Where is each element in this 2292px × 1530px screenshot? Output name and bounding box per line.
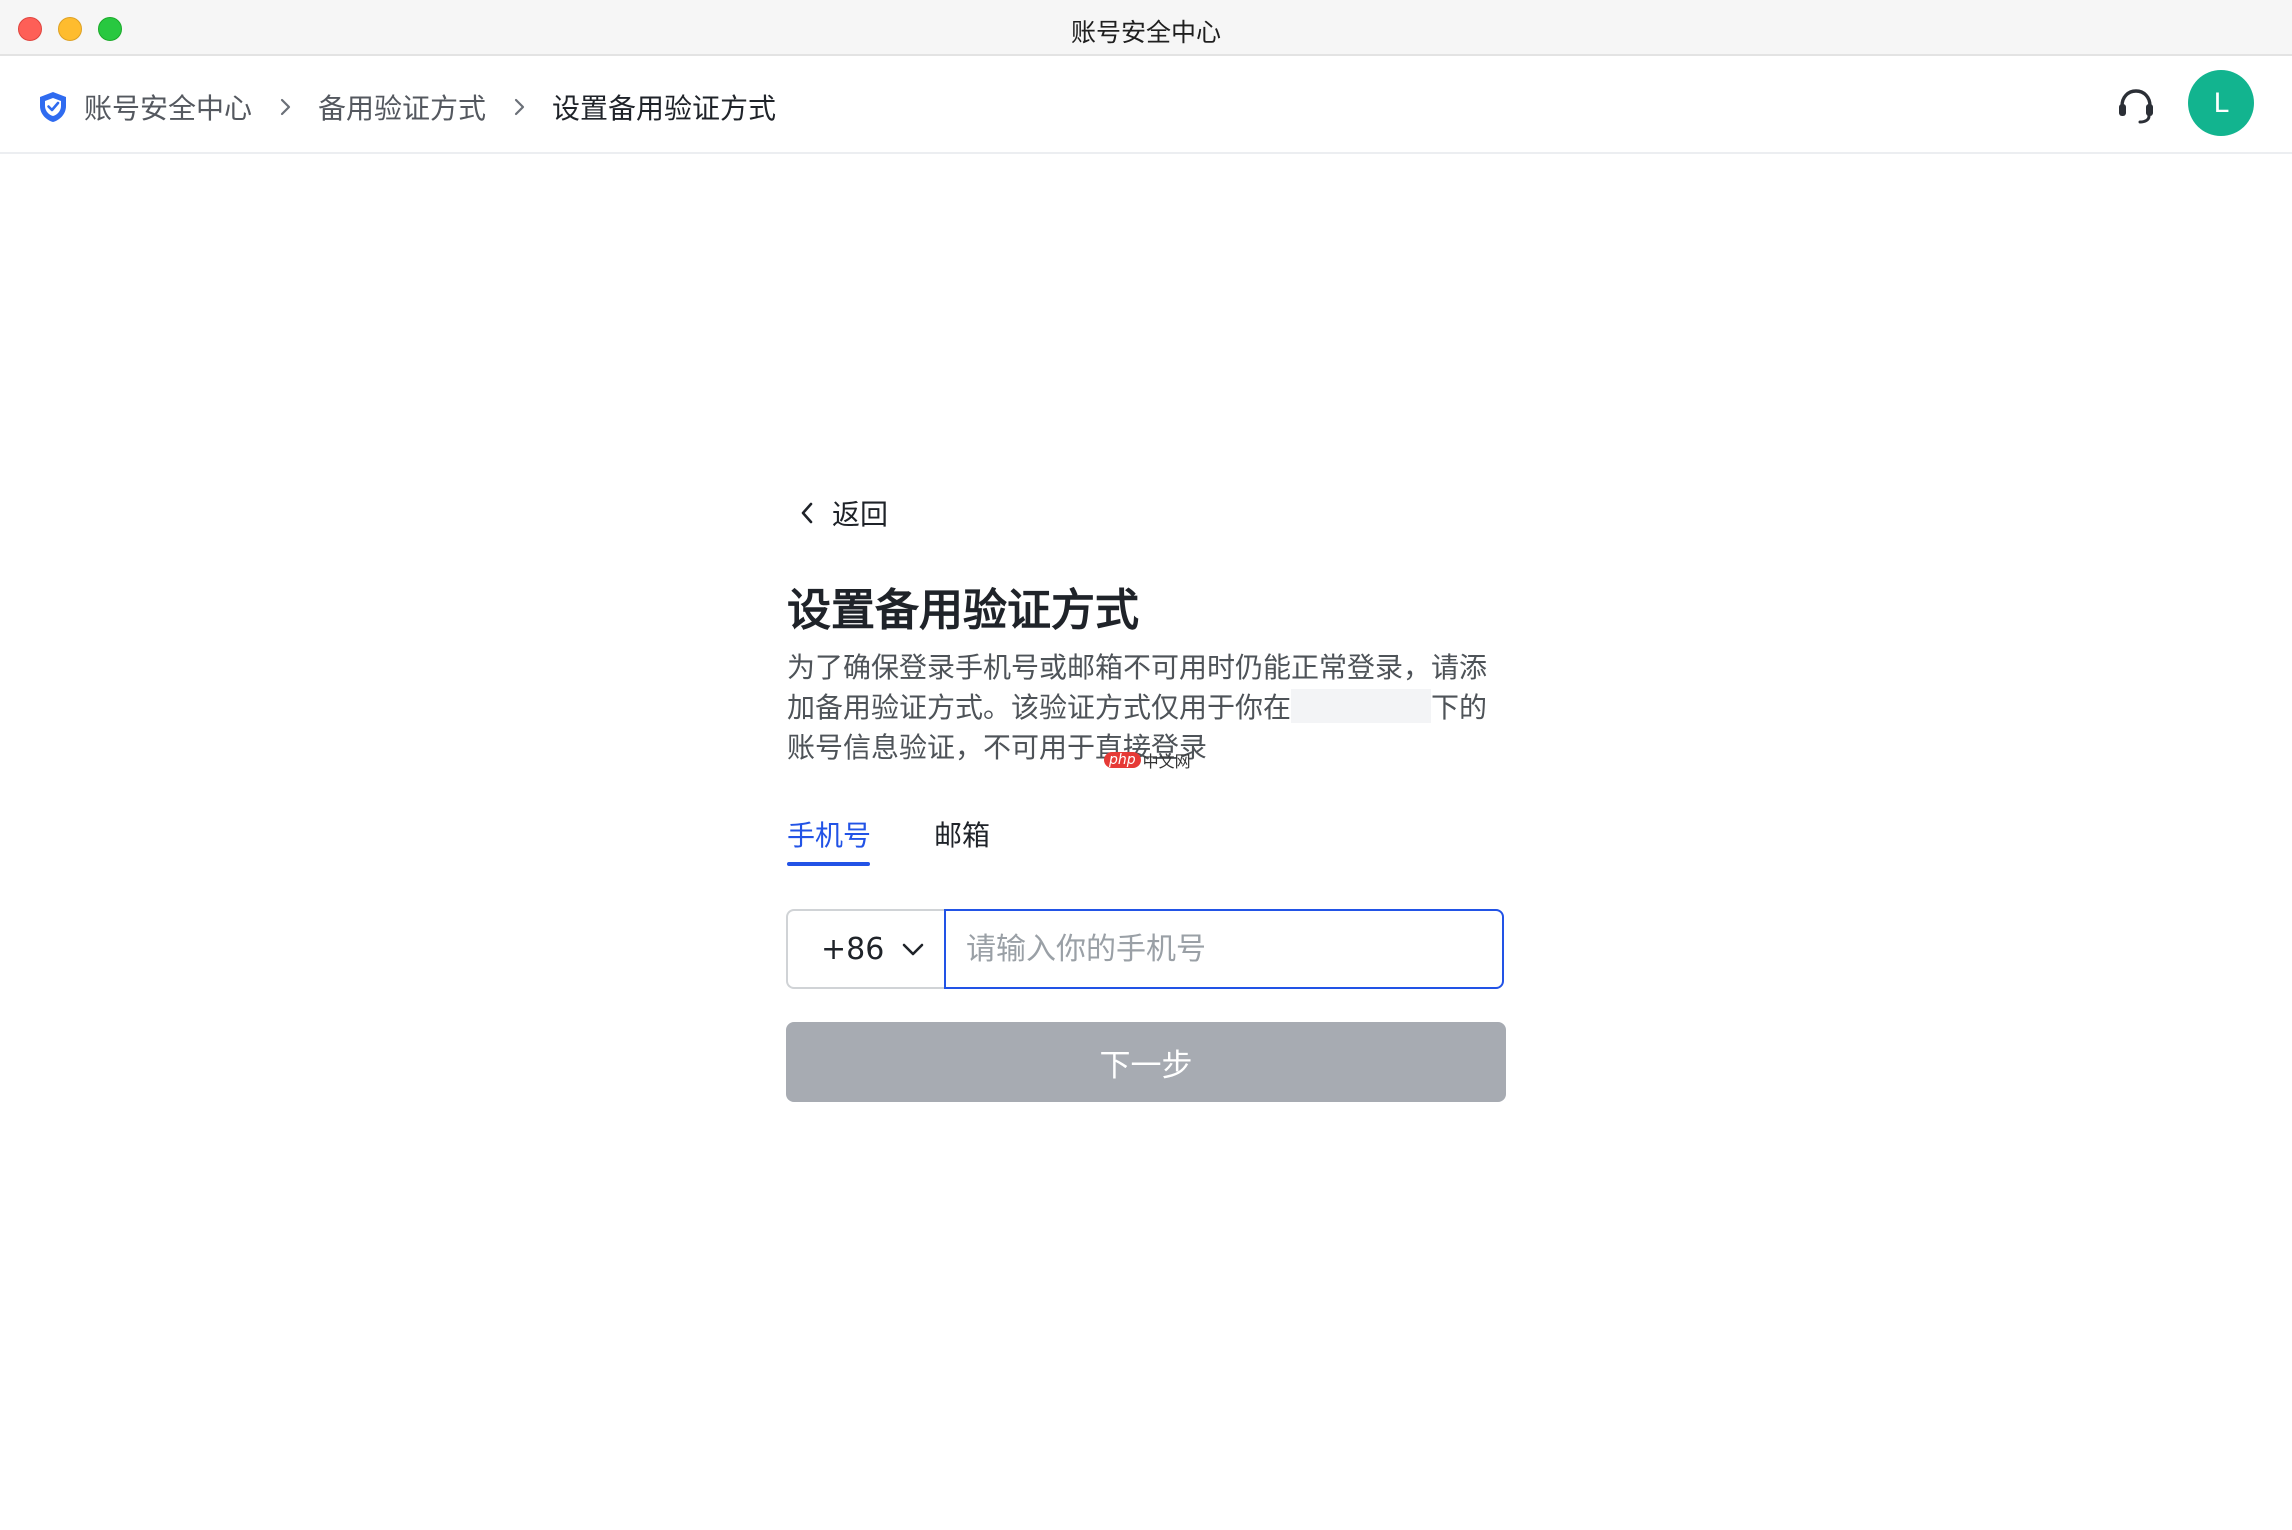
chevron-right-icon xyxy=(508,96,530,118)
breadcrumb-item-security-center[interactable]: 账号安全中心 xyxy=(84,87,252,127)
active-tab-indicator xyxy=(787,862,870,866)
watermark: php 中文网 xyxy=(1104,748,1191,772)
window-titlebar: 账号安全中心 xyxy=(0,0,2292,56)
back-label: 返回 xyxy=(832,498,889,531)
tab-phone[interactable]: 手机号 xyxy=(787,814,871,854)
tab-email[interactable]: 邮箱 xyxy=(934,814,990,854)
phone-number-input[interactable] xyxy=(944,909,1504,989)
chevron-left-icon xyxy=(796,499,818,527)
country-code-select[interactable]: +86 xyxy=(786,909,946,989)
avatar[interactable]: L xyxy=(2188,70,2254,136)
redacted-block xyxy=(1291,689,1432,723)
breadcrumb-item-current: 设置备用验证方式 xyxy=(552,92,777,125)
window-title: 账号安全中心 xyxy=(1070,18,1221,47)
watermark-badge: php xyxy=(1104,752,1141,768)
page-title: 设置备用验证方式 xyxy=(787,585,1139,636)
headset-icon[interactable] xyxy=(2113,82,2159,128)
shield-check-icon xyxy=(36,90,70,124)
country-code-value: +86 xyxy=(821,931,885,967)
chevron-right-icon xyxy=(274,96,296,118)
back-link[interactable]: 返回 xyxy=(796,493,888,533)
breadcrumb: 账号安全中心 备用验证方式 设置备用验证方式 xyxy=(36,87,776,127)
watermark-text: 中文网 xyxy=(1142,752,1191,771)
app-header: 账号安全中心 备用验证方式 设置备用验证方式 L xyxy=(0,56,2292,154)
chevron-down-icon xyxy=(900,939,926,961)
next-button[interactable]: 下一步 xyxy=(786,1022,1506,1102)
breadcrumb-item-backup-methods[interactable]: 备用验证方式 xyxy=(318,87,486,127)
phone-input-group: +86 xyxy=(786,909,1504,989)
